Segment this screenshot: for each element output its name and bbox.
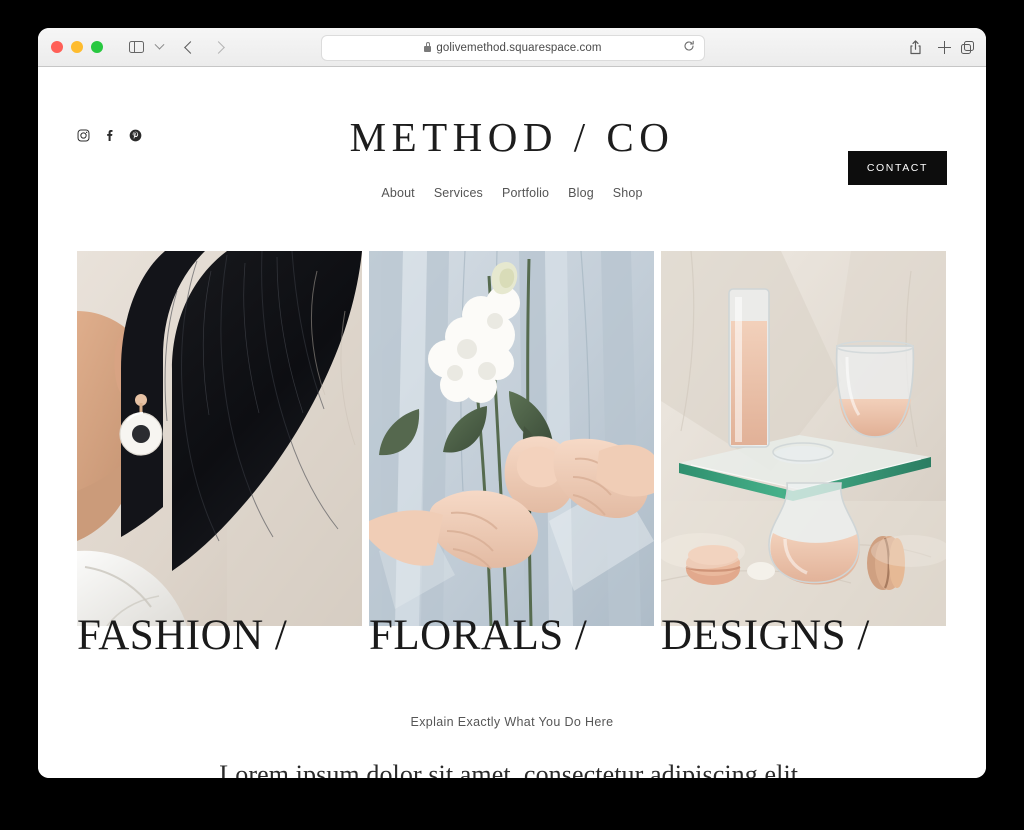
- nav-item-services[interactable]: Services: [434, 186, 483, 200]
- url-text: golivemethod.squarespace.com: [436, 42, 602, 54]
- close-window-button[interactable]: [51, 41, 63, 53]
- main-navigation: About Services Portfolio Blog Shop: [38, 186, 986, 200]
- zoom-window-button[interactable]: [91, 41, 103, 53]
- minimize-window-button[interactable]: [71, 41, 83, 53]
- window-controls: [51, 41, 103, 53]
- gallery-item-designs[interactable]: DESIGNS /: [661, 251, 946, 657]
- chevron-down-icon[interactable]: [151, 35, 167, 59]
- category-gallery: FASHION / FLORALS / DESIGNS /: [77, 251, 947, 657]
- lock-icon: [424, 42, 432, 52]
- page-content: METHOD / CO CONTACT About Services Portf…: [38, 67, 986, 778]
- browser-toolbar: golivemethod.squarespace.com: [38, 28, 986, 67]
- contact-button[interactable]: CONTACT: [847, 151, 947, 185]
- browser-window: golivemethod.squarespace.com METHOD / CO…: [38, 28, 986, 778]
- tab-overview-icon[interactable]: [961, 40, 974, 54]
- gallery-item-florals[interactable]: FLORALS /: [369, 251, 654, 657]
- designs-photo: [661, 251, 946, 626]
- nav-item-shop[interactable]: Shop: [613, 186, 643, 200]
- reload-icon[interactable]: [683, 39, 695, 57]
- toolbar-right-actions: [902, 28, 974, 66]
- forward-arrow-icon[interactable]: [205, 35, 231, 59]
- sidebar-toggle-icon[interactable]: [123, 35, 149, 59]
- intro-eyebrow: Explain Exactly What You Do Here: [410, 715, 614, 729]
- gallery-item-fashion[interactable]: FASHION /: [77, 251, 362, 657]
- florals-photo: [369, 251, 654, 626]
- nav-item-portfolio[interactable]: Portfolio: [502, 186, 549, 200]
- nav-item-about[interactable]: About: [381, 186, 414, 200]
- nav-item-blog[interactable]: Blog: [568, 186, 594, 200]
- share-icon[interactable]: [902, 35, 928, 59]
- intro-line-1: Lorem ipsum dolor sit amet, consectetur …: [219, 760, 805, 778]
- intro-section: Explain Exactly What You Do Here Lorem i…: [38, 715, 986, 778]
- fashion-photo: [77, 251, 362, 626]
- intro-paragraph: Lorem ipsum dolor sit amet, consectetur …: [38, 756, 986, 778]
- back-arrow-icon[interactable]: [177, 35, 203, 59]
- site-title: METHOD / CO: [349, 114, 675, 160]
- address-bar-content: golivemethod.squarespace.com: [424, 42, 601, 54]
- plus-icon[interactable]: [938, 40, 951, 54]
- navigation-controls: [123, 35, 231, 59]
- address-bar[interactable]: golivemethod.squarespace.com: [321, 35, 705, 61]
- site-header: METHOD / CO CONTACT About Services Portf…: [38, 67, 986, 212]
